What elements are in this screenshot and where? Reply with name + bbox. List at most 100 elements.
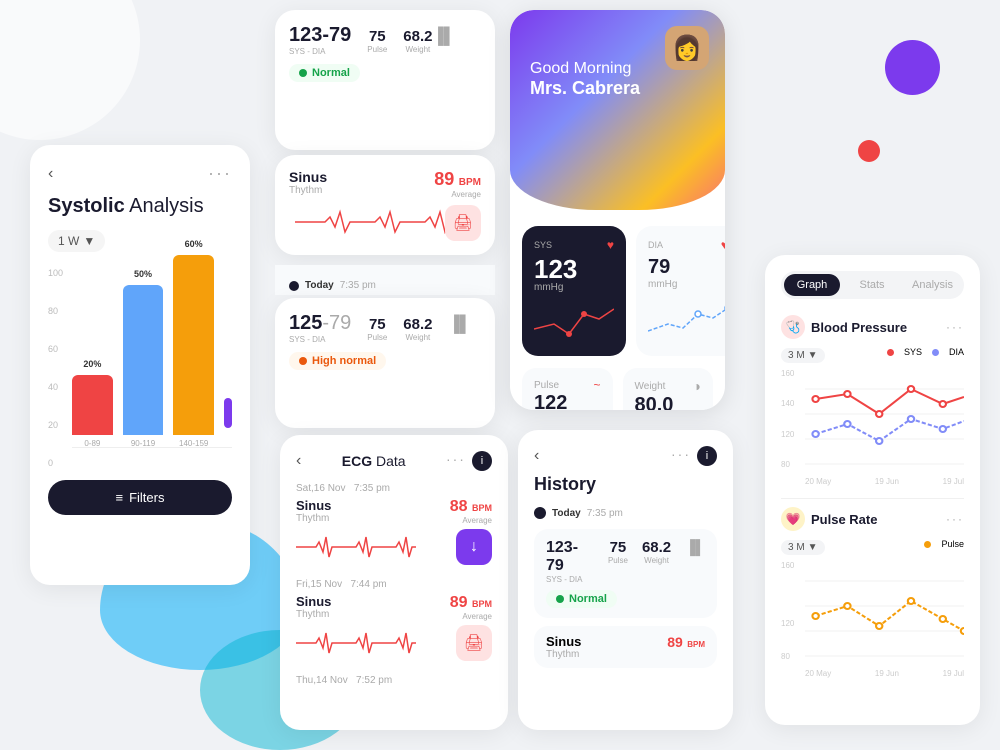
dia-unit: mmHg bbox=[648, 279, 725, 290]
weight-value: 80.0 bbox=[635, 394, 702, 410]
pulse-label-top: Pulse bbox=[367, 45, 387, 54]
greeting-name: Mrs. Cabrera bbox=[530, 78, 705, 99]
bar-group-140-159: 60% 140-159 bbox=[173, 255, 214, 448]
bg-circle-purple bbox=[885, 40, 940, 95]
bp-more-options[interactable]: ··· bbox=[946, 320, 964, 334]
ecg-thythm-2: Thythm bbox=[296, 609, 331, 620]
metric-cards-row: SYS ♥ 123 mmHg DIA ♥ 79 mmHg bbox=[510, 210, 725, 364]
bp-svg-area bbox=[805, 369, 964, 469]
bar-90-119: 50% bbox=[123, 285, 164, 435]
card-bp-top: 123-79 SYS - DIA 75 Pulse 68.2 Weight ▐▌… bbox=[275, 10, 495, 150]
history-today-label: Today bbox=[552, 508, 581, 519]
ecg-action-btn-top[interactable]: 🖨 bbox=[445, 205, 481, 241]
ecg-bpm-2: 89 bbox=[450, 594, 468, 611]
ecg-date-1: Sat,16 Nov 7:35 pm bbox=[296, 483, 492, 494]
history-info-button[interactable]: i bbox=[697, 446, 717, 466]
sinus-row: Sinus Thythm 89 BPM Average bbox=[289, 169, 481, 199]
history-time: 7:35 pm bbox=[587, 508, 623, 519]
history-today-row: Today 7:35 pm bbox=[534, 507, 717, 519]
more-options-button[interactable]: ··· bbox=[208, 163, 232, 184]
pulse-label-mid: Pulse bbox=[367, 333, 387, 342]
sys-value: 123 bbox=[534, 256, 614, 282]
bar-group-0-89: 20% 0-89 bbox=[72, 375, 113, 448]
chart-bars: 20% 0-89 50% 90-119 60% 140-159 bbox=[72, 268, 232, 448]
history-more-options[interactable]: ··· bbox=[671, 446, 691, 466]
bp-value-top: 123-79 bbox=[289, 24, 351, 47]
sys-label: SYS ♥ bbox=[534, 238, 614, 252]
bp-section-title: 🩺 Blood Pressure bbox=[781, 315, 907, 339]
card-greeting: 👩 Good Morning Mrs. Cabrera SYS ♥ 123 mm… bbox=[510, 10, 725, 410]
weight-label: Weight bbox=[635, 381, 666, 392]
pulse-y-labels: 16012080 bbox=[781, 561, 794, 661]
sys-card: SYS ♥ 123 mmHg bbox=[522, 226, 626, 356]
bp-sysdia-label: SYS - DIA bbox=[289, 47, 351, 56]
ecg-header: ‹ ECG Data ··· i bbox=[296, 451, 492, 471]
bp-y-labels: 16014012080 bbox=[781, 369, 794, 469]
weight-val-top: 68.2 bbox=[403, 28, 432, 45]
card-history: ‹ ··· i History Today 7:35 pm 123-79 SYS… bbox=[518, 430, 733, 730]
tab-stats[interactable]: Stats bbox=[844, 274, 900, 296]
ecg-print-btn-2[interactable]: 🖨 bbox=[456, 625, 492, 661]
bp-chart: 16014012080 bbox=[781, 369, 964, 469]
greeting-background: 👩 Good Morning Mrs. Cabrera bbox=[510, 10, 725, 210]
ecg-back-button[interactable]: ‹ bbox=[296, 452, 301, 470]
sinus-sub: Thythm bbox=[289, 185, 327, 196]
info-button[interactable]: i bbox=[472, 451, 492, 471]
weight-val-mid: 68.2 bbox=[403, 316, 432, 333]
dia-label: DIA ♥ bbox=[648, 238, 725, 252]
ecg-wave-2 bbox=[296, 628, 416, 658]
chart-icon-mid[interactable]: ▐▌ bbox=[449, 316, 472, 334]
pulse-value: 122 bbox=[534, 392, 601, 410]
ecg-date-2: Fri,15 Nov 7:44 pm bbox=[296, 579, 492, 590]
pulse-icon: 💗 bbox=[781, 507, 805, 531]
systolic-title: Systolic Analysis bbox=[48, 194, 232, 218]
pulse-val-top: 75 bbox=[369, 28, 386, 45]
bar-pct-0-89: 20% bbox=[72, 359, 113, 369]
pulse-card: Pulse ~ 122 BPM bbox=[522, 368, 613, 410]
bpm-unit: BPM bbox=[459, 177, 481, 188]
history-pulse-lbl: Pulse bbox=[608, 556, 628, 565]
card-today-mid: Today 7:35 pm bbox=[275, 265, 495, 295]
history-bp-entry: 123-79 SYS - DIA 75 Pulse 68.2 Weight ▐▌… bbox=[534, 529, 717, 618]
bpm-val: 89 bbox=[434, 169, 454, 189]
tab-analysis[interactable]: Analysis bbox=[904, 274, 961, 296]
pulse-more-options[interactable]: ··· bbox=[946, 512, 964, 526]
ecg-sinus-1: Sinus bbox=[296, 498, 331, 513]
back-button[interactable]: ‹ bbox=[48, 165, 53, 183]
bar-group-90-119: 50% 90-119 bbox=[123, 285, 164, 448]
card-systolic: ‹ ··· Systolic Analysis 1 W ▼ 1008060402… bbox=[30, 145, 250, 585]
y-axis-labels: 100806040200 bbox=[48, 268, 68, 468]
sinus-title: Sinus bbox=[289, 169, 327, 185]
ecg-title-rest: Data bbox=[372, 453, 405, 469]
sys-graph bbox=[534, 299, 614, 339]
bp-icon: 🩺 bbox=[781, 315, 805, 339]
bar-chart: 100806040200 20% 0-89 50% 90-119 60% 140… bbox=[48, 268, 232, 468]
ecg-wave-row-1: ↓ bbox=[296, 529, 492, 565]
tab-graph[interactable]: Graph bbox=[784, 274, 840, 296]
bp-time-filter[interactable]: 3 M ▼ bbox=[781, 348, 825, 363]
today-label-mid: Today bbox=[305, 280, 334, 291]
history-sinus-sub: Thythm bbox=[546, 649, 581, 660]
history-back-button[interactable]: ‹ bbox=[534, 447, 539, 465]
dia-value: 79 bbox=[648, 256, 725, 279]
history-pulse-val: 75 bbox=[610, 539, 627, 556]
ecg-avg-1: Average bbox=[450, 516, 492, 525]
ecg-date-3: Thu,14 Nov 7:52 pm bbox=[296, 675, 492, 686]
section-divider bbox=[781, 498, 964, 499]
history-weight-val: 68.2 bbox=[642, 539, 671, 556]
pulse-chart: 16012080 bbox=[781, 561, 964, 661]
filters-button[interactable]: ≡ Filters bbox=[48, 480, 232, 515]
history-sysdia: SYS - DIA bbox=[546, 575, 594, 584]
filter-badge[interactable]: 1 W ▼ bbox=[48, 230, 105, 252]
ecg-more-options[interactable]: ··· bbox=[446, 451, 466, 471]
status-badge-top: Normal bbox=[289, 64, 360, 82]
ecg-sinus-2: Sinus bbox=[296, 594, 331, 609]
ecg-entry-1: Sat,16 Nov 7:35 pm Sinus Thythm 88 BPM A… bbox=[296, 483, 492, 565]
bar-pct-140-159: 60% bbox=[173, 239, 214, 249]
pulse-time-filter[interactable]: 3 M ▼ bbox=[781, 540, 825, 555]
weight-label-mid: Weight bbox=[406, 333, 431, 342]
pulse-section-title: 💗 Pulse Rate bbox=[781, 507, 877, 531]
ecg-entry-2: Fri,15 Nov 7:44 pm Sinus Thythm 89 BPM A… bbox=[296, 579, 492, 661]
ecg-download-btn-1[interactable]: ↓ bbox=[456, 529, 492, 565]
chart-icon-top[interactable]: ▐▌ bbox=[433, 28, 456, 46]
